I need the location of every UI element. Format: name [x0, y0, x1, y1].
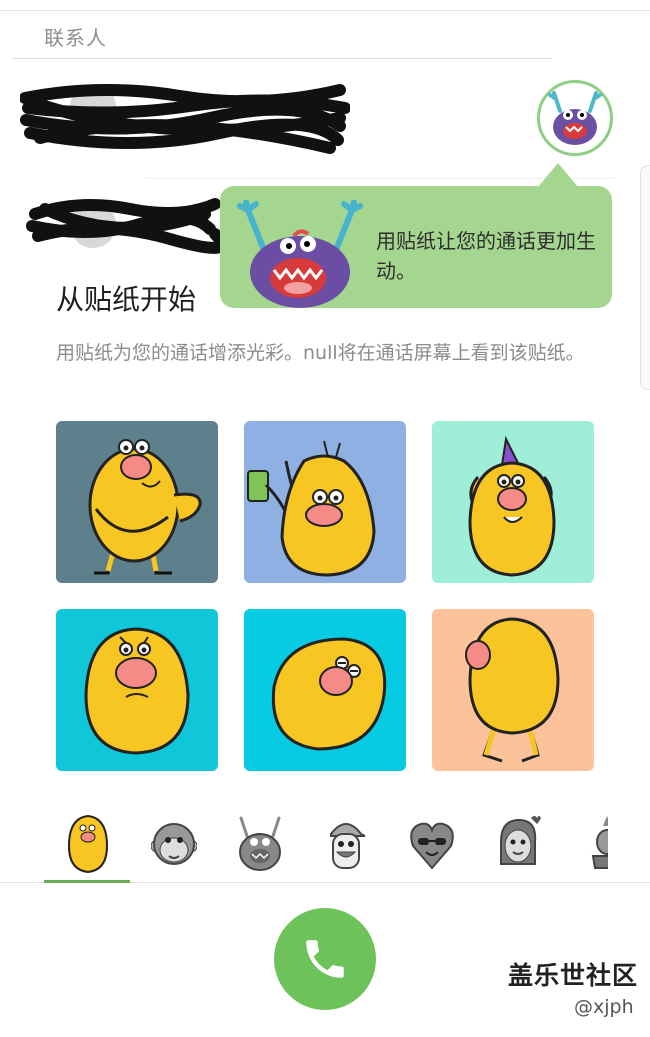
edge-scroll-handle[interactable] [640, 165, 650, 390]
watermark-user: @xjph [574, 996, 634, 1018]
tab-lady-pack[interactable] [474, 805, 560, 883]
redaction-scribble [26, 198, 220, 254]
monster-sticker-icon [237, 200, 363, 308]
sticker-tile-potato-party[interactable] [432, 421, 594, 583]
lady-pack-icon [500, 816, 541, 865]
tab-heart-pack[interactable] [388, 805, 474, 883]
redaction-scribble [20, 83, 350, 154]
sticker-pack-tabs [0, 805, 650, 883]
potato-party-hat-sticker-icon [468, 435, 556, 577]
potato-waving-sticker-icon [88, 439, 202, 575]
tab-cat-pack[interactable] [560, 805, 608, 883]
sticker-tile-potato-phone[interactable] [244, 421, 406, 583]
cap-guy-pack-icon [330, 823, 366, 869]
page-title: 从贴纸开始 [56, 283, 197, 316]
potato-lying-sticker-icon [271, 637, 387, 751]
heart-sunglasses-pack-icon [410, 822, 454, 870]
tab-potato-pack[interactable] [44, 805, 130, 883]
potato-phone-sticker-icon [247, 440, 376, 577]
contact-row[interactable] [20, 78, 350, 168]
tab-monkey-pack[interactable] [130, 805, 216, 883]
phone-icon [306, 940, 344, 978]
monster-pack-icon [239, 816, 281, 871]
selected-tab-indicator [44, 880, 130, 883]
sticker-toggle-button[interactable] [537, 80, 613, 156]
monster-icon [548, 91, 602, 145]
top-divider [0, 10, 650, 11]
page-description: 用贴纸为您的通话增添光彩。null将在通话屏幕上看到该贴纸。 [56, 342, 585, 364]
sticker-tile-potato-lying[interactable] [244, 609, 406, 771]
sticker-tile-potato-worried[interactable] [56, 609, 218, 771]
potato-back-sticker-icon [465, 617, 560, 763]
tooltip-tail [538, 163, 578, 187]
tooltip-text: 用贴纸让您的通话更加生动。 [376, 229, 596, 283]
potato-worried-sticker-icon [84, 627, 190, 755]
tab-cap-guy-pack[interactable] [302, 805, 388, 883]
potato-pack-icon [67, 814, 109, 874]
contacts-section-header: 联系人 [44, 26, 107, 50]
monkey-pack-icon [151, 823, 197, 865]
sticker-tile-potato-waving[interactable] [56, 421, 218, 583]
watermark-site: 盖乐世社区 [508, 961, 639, 990]
tab-monster-pack[interactable] [216, 805, 302, 883]
header-divider [12, 58, 552, 59]
call-button[interactable] [274, 908, 376, 1010]
cat-pack-icon [591, 816, 608, 869]
sticker-tile-potato-back[interactable] [432, 609, 594, 771]
